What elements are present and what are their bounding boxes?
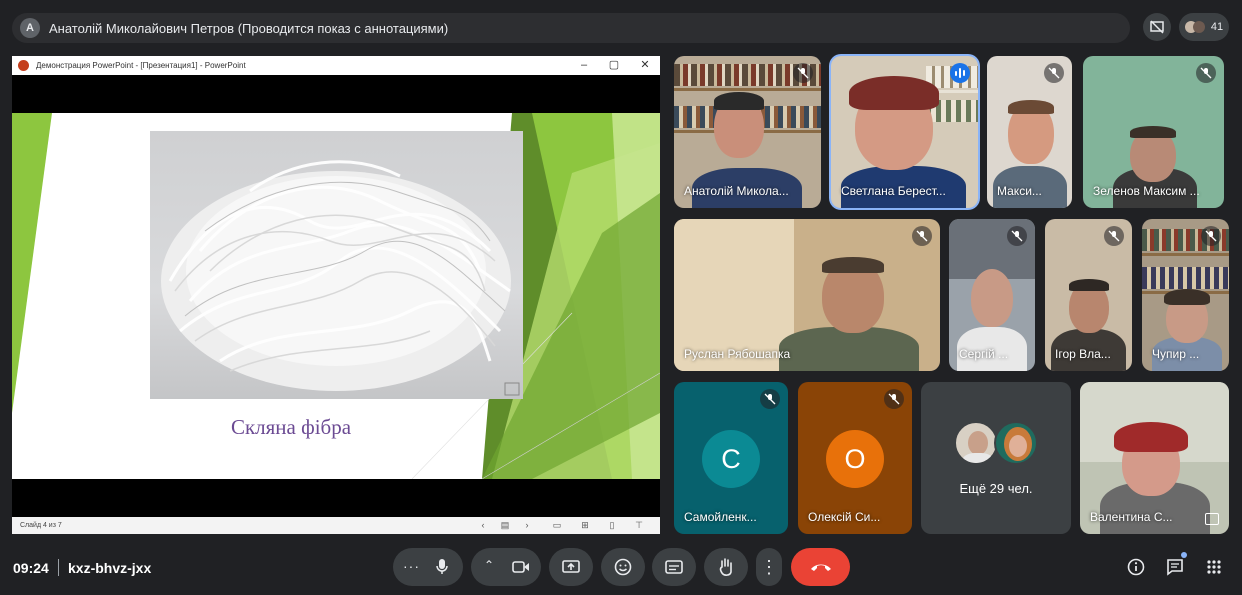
divider xyxy=(58,559,59,576)
raise-hand-button[interactable] xyxy=(704,548,748,586)
presentation-stage: Демонстрация PowerPoint - [Презентация1]… xyxy=(12,56,660,534)
maximize-icon[interactable]: ▢ xyxy=(607,59,621,71)
mic-off-icon xyxy=(1201,226,1221,246)
participant-name: Макси... xyxy=(997,184,1042,198)
slideshow-statusbar: Слайд 4 из 7 ‹ ▤ › ▭ ⊞ ▯ ⊤ xyxy=(12,517,660,534)
participant-name: Валентина С... xyxy=(1090,510,1173,524)
participant-tile-7[interactable]: Ігор Вла... xyxy=(1045,219,1132,371)
slide-menu-icon[interactable]: ▤ xyxy=(500,520,510,530)
slideshow-view-icon[interactable]: ⊤ xyxy=(634,520,644,530)
video-controls: ⌃ xyxy=(471,548,541,586)
mic-off-icon xyxy=(884,389,904,409)
present-screen-icon xyxy=(562,560,580,573)
reading-view-icon[interactable]: ▯ xyxy=(607,520,617,530)
presenter-bar: A Анатолій Миколайович Петров (Проводитс… xyxy=(12,13,1130,43)
participant-tile-10[interactable]: О Олексій Си... xyxy=(798,382,912,534)
mini-avatar xyxy=(994,421,1038,465)
control-bar: 09:24 kxz-bhvz-jxx ··· ⌃ ⋮ xyxy=(0,540,1242,595)
powerpoint-titlebar: Демонстрация PowerPoint - [Презентация1]… xyxy=(12,56,660,75)
chevron-up-icon[interactable]: ⌃ xyxy=(484,558,494,572)
participant-tile-1[interactable]: Анатолій Микола... xyxy=(674,56,821,208)
participant-avatar: О xyxy=(826,430,884,488)
chat-unread-badge xyxy=(1181,552,1187,558)
pin-icon[interactable] xyxy=(1205,513,1219,525)
meeting-info-button[interactable] xyxy=(1125,556,1147,578)
captions-icon xyxy=(665,560,683,574)
captions-button[interactable] xyxy=(652,548,696,586)
more-participants-label: Ещё 29 чел. xyxy=(959,481,1033,496)
participant-avatar: С xyxy=(702,430,760,488)
mic-off-icon xyxy=(1196,63,1216,83)
participant-tile-9[interactable]: С Самойленк... xyxy=(674,382,788,534)
mini-avatar xyxy=(954,421,998,465)
present-button[interactable] xyxy=(549,548,593,586)
raise-hand-icon xyxy=(719,558,732,576)
participant-name: Олексій Си... xyxy=(808,510,881,524)
sorter-view-icon[interactable]: ⊞ xyxy=(580,520,590,530)
participant-name: Зеленов Максим ... xyxy=(1093,184,1200,198)
participant-name: Самойленк... xyxy=(684,510,757,524)
participants-faces-icon xyxy=(1184,19,1207,35)
participant-tile-5[interactable]: Руслан Рябошапка xyxy=(674,219,940,371)
camera-icon[interactable] xyxy=(512,560,530,574)
mic-off-icon xyxy=(1104,226,1124,246)
audio-controls: ··· xyxy=(393,548,463,586)
participant-tile-3[interactable]: Макси... xyxy=(987,56,1072,208)
participant-name: Руслан Рябошапка xyxy=(684,347,791,361)
participant-tile-6[interactable]: Сергій ... xyxy=(949,219,1035,371)
participant-name: Светлана Берест... xyxy=(841,184,946,198)
info-icon xyxy=(1127,558,1145,576)
emoji-icon xyxy=(614,558,632,576)
leave-call-button[interactable] xyxy=(791,548,850,586)
meeting-code: kxz-bhvz-jxx xyxy=(68,560,152,576)
audio-options-icon[interactable]: ··· xyxy=(403,558,420,574)
participant-count: 41 xyxy=(1210,21,1224,33)
mic-off-icon xyxy=(760,389,780,409)
previous-slide-icon[interactable]: ‹ xyxy=(478,520,488,530)
powerpoint-window-title: Демонстрация PowerPoint - [Презентация1]… xyxy=(36,61,246,70)
mic-off-icon xyxy=(1044,63,1064,83)
participant-name: Ігор Вла... xyxy=(1055,347,1111,361)
participant-tile-4[interactable]: Зеленов Максим ... xyxy=(1083,56,1224,208)
minimize-icon[interactable]: – xyxy=(577,59,591,71)
activities-button[interactable] xyxy=(1203,556,1225,578)
slide-caption: Скляна фібра xyxy=(230,415,352,439)
more-options-button[interactable]: ⋮ xyxy=(756,548,782,586)
mic-icon[interactable] xyxy=(435,558,449,576)
apps-grid-icon xyxy=(1207,560,1221,574)
presentation-off-icon xyxy=(1150,20,1164,34)
chat-button[interactable] xyxy=(1164,552,1187,578)
meet-window: A Анатолій Миколайович Петров (Проводитс… xyxy=(0,0,1242,595)
presenter-title: Анатолій Миколайович Петров (Проводится … xyxy=(49,20,449,36)
mic-off-icon xyxy=(793,63,813,83)
participant-tile-11[interactable]: Валентина С... xyxy=(1080,382,1229,534)
presenter-avatar: A xyxy=(20,18,40,38)
participant-name: Анатолій Микола... xyxy=(684,184,789,198)
more-participants-tile[interactable]: Ещё 29 чел. xyxy=(921,382,1071,534)
next-slide-icon[interactable]: › xyxy=(522,520,532,530)
more-vert-icon: ⋮ xyxy=(760,557,778,577)
close-icon[interactable]: ✕ xyxy=(638,59,652,71)
participant-name: Чупир ... xyxy=(1152,347,1200,361)
more-participants-avatars xyxy=(954,421,1044,467)
powerpoint-logo-icon xyxy=(18,60,29,71)
hangup-icon xyxy=(810,564,831,571)
slide-counter: Слайд 4 из 7 xyxy=(20,522,62,529)
reactions-button[interactable] xyxy=(601,548,645,586)
hide-presentation-button[interactable] xyxy=(1143,13,1171,41)
mic-off-icon xyxy=(1007,226,1027,246)
mic-off-icon xyxy=(912,226,932,246)
speaking-indicator-icon xyxy=(950,63,970,83)
clock: 09:24 xyxy=(13,560,49,576)
slide: Скляна фібра xyxy=(12,113,660,479)
chat-icon xyxy=(1167,559,1183,576)
participants-button[interactable]: 41 xyxy=(1179,13,1229,41)
participant-name: Сергій ... xyxy=(959,347,1009,361)
glass-fiber-image xyxy=(150,131,523,399)
participant-tile-8[interactable]: Чупир ... xyxy=(1142,219,1229,371)
participant-tile-2[interactable]: Светлана Берест... xyxy=(831,56,978,208)
normal-view-icon[interactable]: ▭ xyxy=(552,520,562,530)
